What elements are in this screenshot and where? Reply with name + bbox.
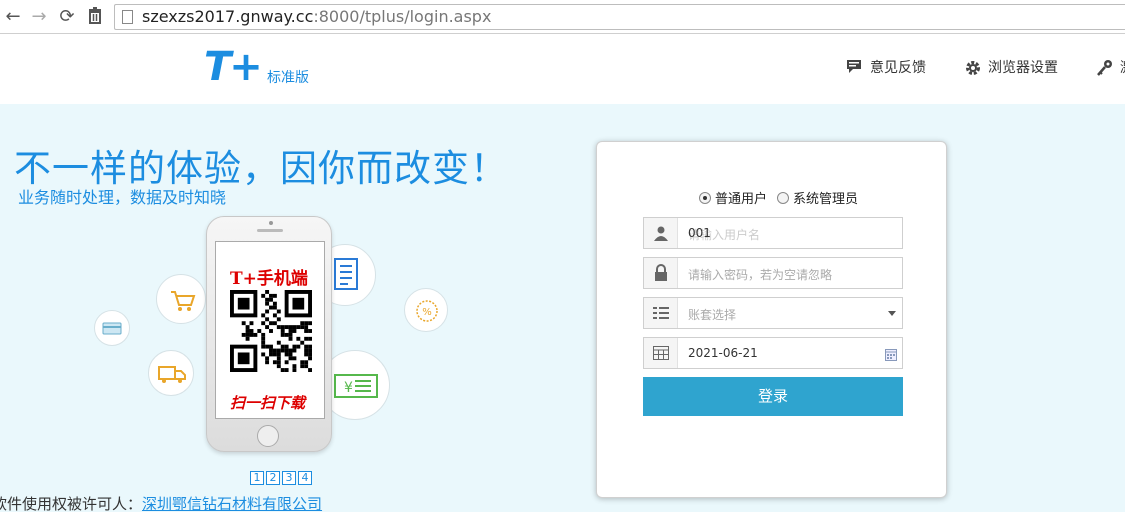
date-value: 2021-06-21 bbox=[688, 346, 758, 360]
feedback-icon bbox=[846, 59, 864, 75]
logo: T+ bbox=[204, 44, 263, 90]
date-field[interactable]: 2021-06-21 bbox=[643, 337, 903, 369]
phone-screen: T+手机端 扫一扫下载 bbox=[215, 241, 325, 419]
browser-toolbar: ← → ⟳ szexzs2017.gnway.cc:8000/tplus/log… bbox=[0, 0, 1125, 34]
hero-subtitle: 业务随时处理，数据及时知晓 bbox=[18, 188, 227, 207]
phone-camera bbox=[269, 221, 273, 225]
user-icon bbox=[644, 218, 678, 248]
cart-bubble bbox=[156, 274, 206, 324]
percent-bubble: % bbox=[404, 288, 448, 332]
pager-1[interactable]: 1 bbox=[250, 471, 264, 485]
phone-scan-text: 扫一扫下载 bbox=[230, 394, 306, 412]
role-selector: 普通用户 系统管理员 bbox=[699, 188, 858, 207]
chevron-down-icon[interactable] bbox=[888, 311, 896, 316]
password-field[interactable]: 请输入密码，若为空请忽略 bbox=[643, 257, 903, 289]
password-placeholder: 请输入密码，若为空请忽略 bbox=[688, 268, 833, 282]
license-info: 软件使用权被许可人：深圳鄂信钻石材料有限公司 bbox=[0, 495, 323, 513]
login-button[interactable]: 登录 bbox=[643, 377, 903, 416]
pager-3[interactable]: 3 bbox=[282, 471, 296, 485]
pager-4[interactable]: 4 bbox=[298, 471, 312, 485]
licensee-link[interactable]: 深圳鄂信钻石材料有限公司 bbox=[142, 495, 322, 513]
key-icon bbox=[1096, 59, 1114, 76]
carousel-pager: 1 2 3 4 bbox=[250, 471, 312, 485]
truck-bubble bbox=[148, 350, 194, 396]
site-header: T+ 标准版 意见反馈 浏览器设置 激 bbox=[0, 35, 1125, 104]
hero-section: 不一样的体验，因你而改变！ 业务随时处理，数据及时知晓 % ¥ T+手机端 扫一… bbox=[0, 104, 1125, 513]
gear-icon bbox=[964, 59, 982, 75]
phone-mockup: T+手机端 扫一扫下载 bbox=[206, 216, 332, 452]
activate-link[interactable]: 激 bbox=[1096, 57, 1125, 77]
cart-icon bbox=[171, 291, 196, 311]
login-panel: 普通用户 系统管理员 请输入用户名 001 请输入密码，若为空请忽略 账套选择 … bbox=[596, 141, 947, 498]
logo-edition: 标准版 bbox=[267, 70, 309, 86]
page-icon bbox=[122, 10, 133, 24]
phone-home-button bbox=[257, 425, 279, 447]
calendar-icon bbox=[644, 338, 678, 368]
forward-icon[interactable]: → bbox=[28, 6, 50, 28]
svg-text:%: % bbox=[422, 307, 432, 318]
lock-icon bbox=[644, 258, 678, 288]
back-icon[interactable]: ← bbox=[2, 6, 24, 28]
role-admin-radio[interactable]: 系统管理员 bbox=[777, 188, 858, 207]
credit-card-icon bbox=[102, 322, 122, 335]
date-picker-icon[interactable] bbox=[885, 346, 897, 365]
qr-code[interactable] bbox=[230, 290, 312, 372]
url-text: szexzs2017.gnway.cc:8000/tplus/login.asp… bbox=[142, 7, 492, 26]
radio-checked-icon bbox=[699, 191, 711, 204]
address-bar[interactable]: szexzs2017.gnway.cc:8000/tplus/login.asp… bbox=[114, 4, 1125, 30]
discount-icon: % bbox=[416, 300, 438, 322]
trash-icon[interactable] bbox=[84, 6, 106, 28]
feedback-link[interactable]: 意见反馈 bbox=[846, 57, 926, 77]
list-icon bbox=[644, 298, 678, 328]
truck-icon bbox=[158, 366, 186, 383]
radio-unchecked-icon bbox=[777, 191, 790, 204]
svg-text:¥: ¥ bbox=[344, 380, 353, 396]
phone-speaker bbox=[257, 229, 283, 232]
username-value: 001 bbox=[688, 226, 711, 240]
browser-settings-link[interactable]: 浏览器设置 bbox=[964, 57, 1058, 77]
reload-icon[interactable]: ⟳ bbox=[56, 6, 78, 28]
phone-status-bar bbox=[216, 242, 324, 248]
username-field[interactable]: 请输入用户名 001 bbox=[643, 217, 903, 249]
role-normal-radio[interactable]: 普通用户 bbox=[699, 188, 767, 207]
account-placeholder: 账套选择 bbox=[688, 308, 737, 322]
pager-2[interactable]: 2 bbox=[266, 471, 280, 485]
phone-app-title: T+手机端 bbox=[230, 269, 308, 289]
card-bubble bbox=[94, 310, 130, 346]
account-select[interactable]: 账套选择 bbox=[643, 297, 903, 329]
